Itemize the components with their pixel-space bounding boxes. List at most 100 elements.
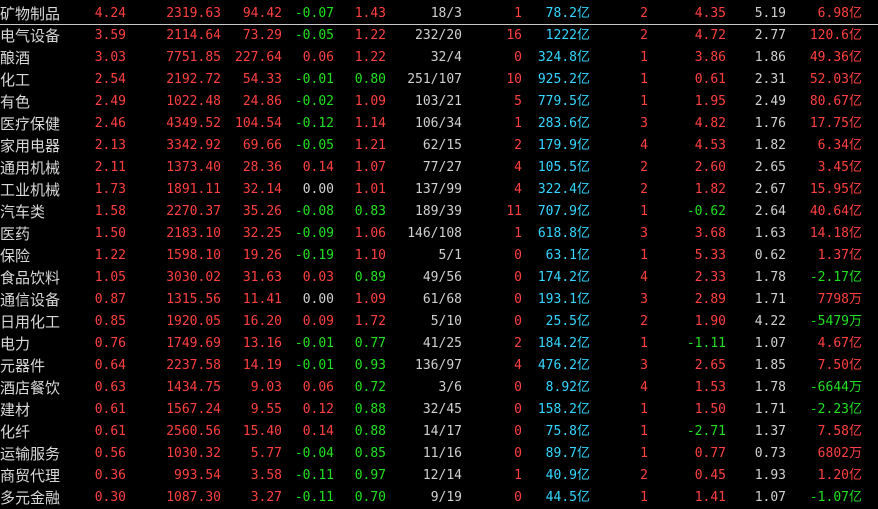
index-price: 2237.58 — [166, 358, 221, 373]
leading-count: 2 — [514, 336, 522, 351]
table-row[interactable]: 酿酒 3.03 7751.85 227.64 0.06 1.22 32/4 0 324.8亿 1 3… — [0, 47, 878, 69]
unit-label: 亿 — [848, 204, 862, 219]
table-row[interactable]: 有色 2.49 1022.48 24.86 -0.02 1.09 103/21 5 779.5亿… — [0, 91, 878, 113]
unit-label: 亿 — [576, 446, 590, 461]
table-row[interactable]: 建材 0.61 1567.24 9.55 0.12 0.88 32/45 0 158.2亿 1 1.… — [0, 399, 878, 421]
volume-ratio: 1.06 — [354, 226, 386, 241]
table-row[interactable]: 商贸代理 0.36 993.54 3.58 -0.11 0.97 12/14 1 40.9亿 2 0… — [0, 465, 878, 487]
table-row[interactable]: 元器件 0.64 2237.58 14.19 -0.01 0.93 136/97 4 476.2… — [0, 355, 878, 377]
turnover-rate: 2.31 — [754, 72, 786, 87]
table-row[interactable]: 工业机械 1.73 1891.11 32.14 0.00 1.01 137/99 4 322.4… — [0, 179, 878, 201]
up-down-count: 251/107 — [407, 72, 462, 87]
unit-label: 亿 — [848, 50, 862, 65]
up-down-count: 137/99 — [415, 182, 462, 197]
change-amount: 5.77 — [250, 446, 282, 461]
table-row[interactable]: 通信设备 0.87 1315.56 11.41 0.00 1.09 61/68 0 193.1亿… — [0, 289, 878, 311]
leading-count: 4 — [514, 358, 522, 373]
table-row[interactable]: 运输服务 0.56 1030.32 5.77 -0.04 0.85 11/16 0 89.7亿 1… — [0, 443, 878, 465]
table-row[interactable]: 家用电器 2.13 3342.92 69.66 -0.05 1.21 62/15 2 179.9… — [0, 135, 878, 157]
volume-ratio: 0.88 — [354, 424, 386, 439]
table-row[interactable]: 电气设备 3.59 2114.64 73.29 -0.05 1.22 232/20 16 122… — [0, 25, 878, 47]
turnover-amount: 63.1亿 — [545, 248, 590, 263]
table-row[interactable]: 医疗保健 2.46 4349.52 104.54 -0.12 1.14 106/34 1 283… — [0, 113, 878, 135]
net-flow: -6644万 — [809, 380, 862, 395]
table-row[interactable]: 日用化工 0.85 1920.05 16.20 0.09 1.72 5/10 0 25.5亿 2 1… — [0, 311, 878, 333]
change-percent: 3.59 — [94, 28, 126, 43]
sector-name: 电气设备 — [0, 27, 61, 45]
three-day-change: 5.33 — [694, 248, 726, 263]
table-row[interactable]: 化纤 0.61 2560.56 15.40 0.14 0.88 14/17 0 75.8亿 1 -2… — [0, 421, 878, 443]
unit-label: 亿 — [848, 490, 862, 505]
rise-days: 2 — [640, 314, 648, 329]
unit-label: 亿 — [576, 424, 590, 439]
sector-name: 日用化工 — [0, 313, 61, 331]
rise-speed: 0.14 — [302, 424, 334, 439]
leading-count: 0 — [514, 424, 522, 439]
leading-count: 0 — [514, 314, 522, 329]
volume-ratio: 0.89 — [354, 270, 386, 285]
change-percent: 0.85 — [94, 314, 126, 329]
sector-name: 多元金融 — [0, 489, 61, 507]
up-down-count: 41/25 — [422, 336, 462, 351]
rise-speed: 0.06 — [302, 380, 334, 395]
volume-ratio: 1.72 — [354, 314, 386, 329]
turnover-rate: 1.07 — [754, 336, 786, 351]
three-day-change: -1.11 — [686, 336, 726, 351]
change-amount: 15.40 — [242, 424, 282, 439]
turnover-rate: 2.64 — [754, 204, 786, 219]
leading-count: 16 — [506, 28, 522, 43]
turnover-amount: 44.5亿 — [545, 490, 590, 505]
turnover-amount: 322.4亿 — [537, 182, 590, 197]
change-percent: 1.05 — [94, 270, 126, 285]
rise-speed: 0.09 — [302, 314, 334, 329]
change-percent: 0.56 — [94, 446, 126, 461]
change-amount: 54.33 — [242, 72, 282, 87]
three-day-change: 0.77 — [694, 446, 726, 461]
up-down-count: 32/4 — [430, 50, 462, 65]
index-price: 2270.37 — [166, 204, 221, 219]
net-flow: -5479万 — [809, 314, 862, 329]
volume-ratio: 1.10 — [354, 248, 386, 263]
index-price: 3342.92 — [166, 138, 221, 153]
change-amount: 11.41 — [242, 292, 282, 307]
rise-speed: -0.11 — [294, 490, 334, 505]
table-row[interactable]: 电力 0.76 1749.69 13.16 -0.01 0.77 41/25 2 184.2亿 1… — [0, 333, 878, 355]
up-down-count: 9/19 — [430, 490, 462, 505]
rise-days: 1 — [640, 490, 648, 505]
table-row[interactable]: 通用机械 2.11 1373.40 28.36 0.14 1.07 77/27 4 105.5亿… — [0, 157, 878, 179]
sector-name: 通用机械 — [0, 159, 61, 177]
table-row[interactable]: 矿物制品 4.24 2319.63 94.42 -0.07 1.43 18/3 1 78.2亿 2… — [0, 3, 878, 25]
leading-count: 5 — [514, 94, 522, 109]
rise-days: 3 — [640, 292, 648, 307]
table-row[interactable]: 保险 1.22 1598.10 19.26 -0.19 1.10 5/1 0 63.1亿 1 5.3… — [0, 245, 878, 267]
change-amount: 24.86 — [242, 94, 282, 109]
change-percent: 0.36 — [94, 468, 126, 483]
leading-count: 1 — [514, 6, 522, 21]
up-down-count: 136/97 — [415, 358, 462, 373]
table-row[interactable]: 化工 2.54 2192.72 54.33 -0.01 0.80 251/107 10 925.… — [0, 69, 878, 91]
table-row[interactable]: 酒店餐饮 0.63 1434.75 9.03 0.06 0.72 3/6 0 8.92亿 4 1.5… — [0, 377, 878, 399]
three-day-change: 1.41 — [694, 490, 726, 505]
change-percent: 2.13 — [94, 138, 126, 153]
table-row[interactable]: 食品饮料 1.05 3030.02 31.63 0.03 0.89 49/56 0 174.2亿… — [0, 267, 878, 289]
table-row[interactable]: 汽车类 1.58 2270.37 35.26 -0.08 0.83 189/39 11 707.… — [0, 201, 878, 223]
turnover-rate: 1.63 — [754, 226, 786, 241]
rise-speed: -0.09 — [294, 226, 334, 241]
change-percent: 1.22 — [94, 248, 126, 263]
volume-ratio: 0.85 — [354, 446, 386, 461]
table-row[interactable]: 医药 1.50 2183.10 32.25 -0.09 1.06 146/108 1 618.8… — [0, 223, 878, 245]
change-amount: 227.64 — [235, 50, 282, 65]
unit-label: 亿 — [576, 270, 590, 285]
unit-label: 亿 — [576, 182, 590, 197]
turnover-rate: 1.07 — [754, 490, 786, 505]
unit-label: 亿 — [848, 270, 862, 285]
turnover-rate: 5.19 — [754, 6, 786, 21]
rise-speed: -0.05 — [294, 138, 334, 153]
three-day-change: 4.53 — [694, 138, 726, 153]
leading-count: 1 — [514, 226, 522, 241]
table-row[interactable]: 多元金融 0.30 1087.30 3.27 -0.11 0.70 9/19 0 44.5亿 1 1… — [0, 487, 878, 509]
volume-ratio: 1.09 — [354, 292, 386, 307]
unit-label: 亿 — [576, 226, 590, 241]
turnover-rate: 2.49 — [754, 94, 786, 109]
rise-days: 1 — [640, 248, 648, 263]
